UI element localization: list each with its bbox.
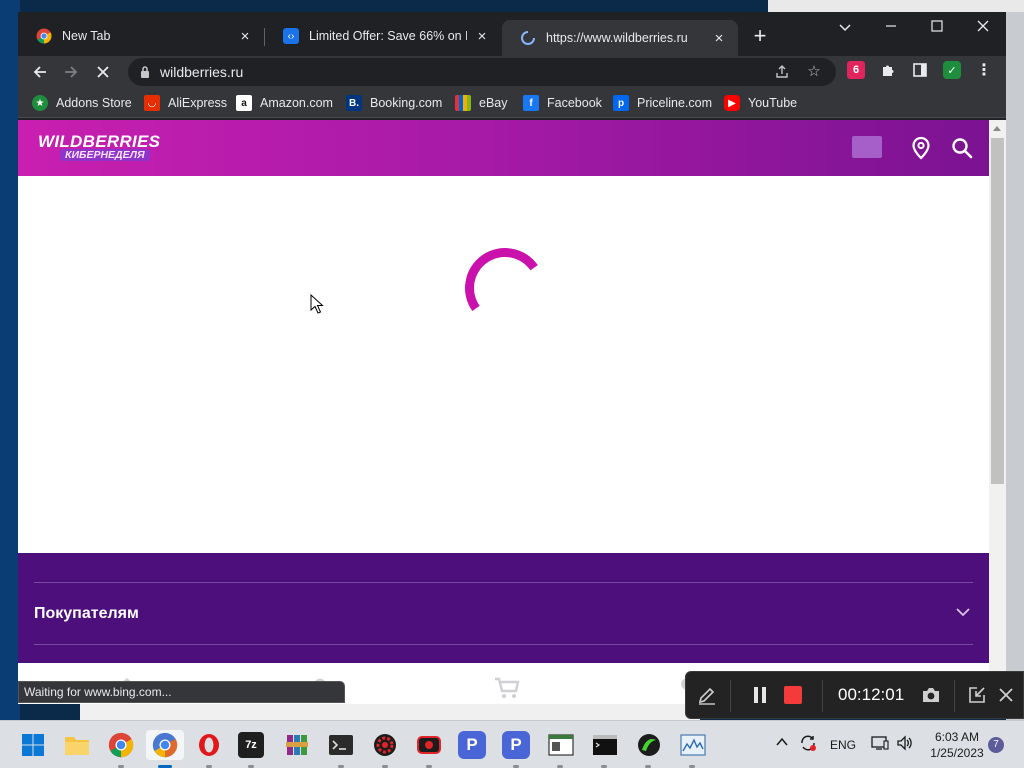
stop-recording-icon[interactable] <box>780 682 806 708</box>
scrollbar-thumb[interactable] <box>991 138 1004 484</box>
tray-chevron-up-icon[interactable] <box>775 735 789 752</box>
page-container: WILDBERRIES КИБЕРНЕДЕЛЯ Покупателям <box>18 12 1006 704</box>
opera-icon[interactable] <box>194 730 224 760</box>
notification-badge[interactable]: 7 <box>988 737 1004 753</box>
p-app-icon[interactable]: P <box>458 731 486 759</box>
start-button[interactable] <box>18 730 48 760</box>
p-app-2-icon[interactable]: P <box>502 731 530 759</box>
winrar-icon[interactable] <box>282 730 312 760</box>
taskbar: 7z P P ENG 6:03 AM 1/25/2023 7 <box>0 720 1024 768</box>
site-logo[interactable]: WILDBERRIES КИБЕРНЕДЕЛЯ <box>38 132 170 164</box>
recorder-divider <box>822 680 823 712</box>
cart-icon[interactable] <box>493 675 521 701</box>
recorder-divider <box>954 680 955 712</box>
language-indicator[interactable]: ENG <box>830 738 856 752</box>
window-app-icon[interactable] <box>546 730 576 760</box>
desktop-background <box>0 0 20 720</box>
mouse-cursor-icon <box>310 294 324 314</box>
footer-section-title[interactable]: Покупателям <box>34 605 139 623</box>
network-icon[interactable] <box>871 735 889 754</box>
recorder-app-icon[interactable] <box>414 730 444 760</box>
volume-icon[interactable] <box>896 735 914 754</box>
clock-date: 1/25/2023 <box>930 746 984 760</box>
site-footer: Покупателям <box>18 553 989 663</box>
chrome-active-taskbar-icon[interactable] <box>146 730 184 760</box>
desktop-background-right <box>1006 0 1024 720</box>
screen-recorder-toolbar: 00:12:01 <box>685 671 1024 719</box>
red-gear-app-icon[interactable] <box>370 730 400 760</box>
razer-icon[interactable] <box>634 730 664 760</box>
resource-monitor-icon[interactable] <box>678 730 708 760</box>
search-icon[interactable] <box>949 135 975 161</box>
loading-spinner <box>458 241 552 335</box>
footer-divider <box>34 582 973 583</box>
chrome-taskbar-icon[interactable] <box>106 730 136 760</box>
scroll-up-arrow[interactable] <box>993 126 1001 131</box>
terminal-icon[interactable] <box>326 730 356 760</box>
camera-screenshot-icon[interactable] <box>918 682 944 708</box>
7zip-icon[interactable]: 7z <box>238 732 264 758</box>
minimize-recorder-icon[interactable] <box>964 682 990 708</box>
site-header: WILDBERRIES КИБЕРНЕДЕЛЯ <box>18 120 989 176</box>
pause-icon[interactable] <box>747 682 773 708</box>
recording-timer: 00:12:01 <box>838 685 905 704</box>
profile-placeholder[interactable] <box>852 136 882 158</box>
page-viewport: WILDBERRIES КИБЕРНЕДЕЛЯ Покупателям <box>18 120 989 704</box>
location-pin-icon[interactable] <box>908 135 934 161</box>
pen-annotate-icon[interactable] <box>694 682 720 708</box>
cmd-icon[interactable] <box>590 730 620 760</box>
vertical-scrollbar[interactable] <box>989 120 1006 704</box>
status-bubble: Waiting for www.bing.com... <box>18 681 345 703</box>
clock-time: 6:03 AM <box>934 730 980 744</box>
chevron-down-icon[interactable] <box>956 605 970 619</box>
system-clock[interactable]: 6:03 AM 1/25/2023 <box>920 729 994 761</box>
background-window <box>768 0 1024 12</box>
sync-icon[interactable] <box>799 734 817 755</box>
footer-divider <box>34 644 973 645</box>
file-explorer-icon[interactable] <box>62 730 92 760</box>
logo-subtitle: КИБЕРНЕДЕЛЯ <box>60 149 150 161</box>
close-recorder-icon[interactable] <box>993 682 1019 708</box>
recorder-divider <box>730 680 731 712</box>
